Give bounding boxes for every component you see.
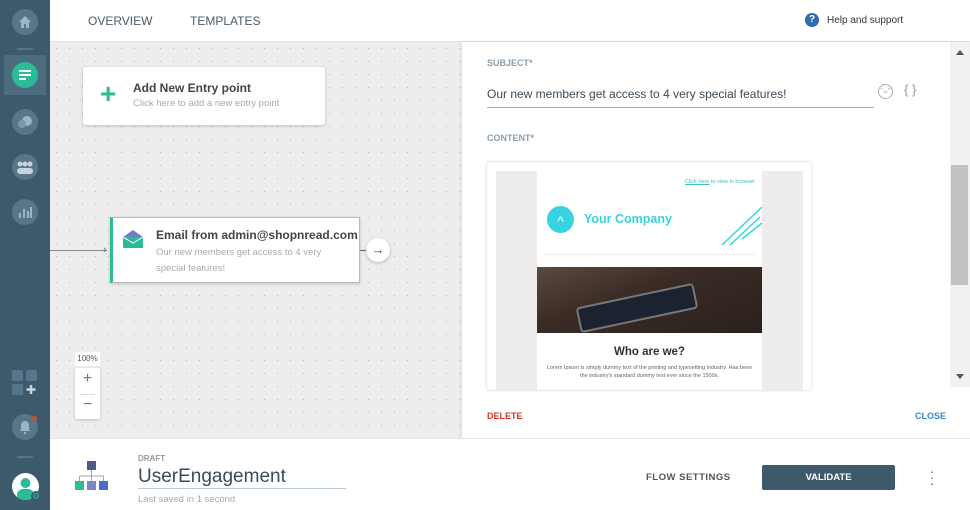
flow-hierarchy-icon <box>75 461 108 490</box>
delete-button[interactable]: DELETE <box>487 411 523 421</box>
email-preview[interactable]: Click here to view in browser ^ Your Com… <box>487 162 811 390</box>
validate-button[interactable]: VALIDATE <box>762 465 895 490</box>
divider <box>17 456 33 458</box>
sidebar-item-messages[interactable] <box>4 55 46 95</box>
zoom-in-button[interactable]: + <box>75 370 100 388</box>
next-step-arrow-button[interactable]: → <box>366 238 390 262</box>
bottom-bar: DRAFT UserEngagement Last saved in 1 sec… <box>50 438 970 510</box>
flow-name-input[interactable]: UserEngagement <box>138 466 346 489</box>
connector-line <box>50 250 107 251</box>
personalization-braces-icon[interactable]: { } <box>904 82 916 97</box>
zoom-controls: + − <box>75 368 100 419</box>
preview-text: Lorem Ipsum is simply dummy text of the … <box>546 365 753 379</box>
preview-background: Click here to view in browser ^ Your Com… <box>496 171 803 390</box>
chat-icon[interactable] <box>12 109 38 135</box>
content-label: CONTENT* <box>487 133 534 143</box>
zoom-level: 100% <box>75 352 100 366</box>
email-node-subtitle: Our new members get access to 4 very spe… <box>156 247 322 274</box>
status-badge: DRAFT <box>138 454 166 463</box>
divider <box>80 394 95 395</box>
flow-settings-button[interactable]: FLOW SETTINGS <box>646 472 731 483</box>
help-link[interactable]: Help and support <box>827 15 903 26</box>
scrollbar-thumb[interactable] <box>951 165 968 285</box>
zoom-out-button[interactable]: − <box>75 396 100 414</box>
top-bar: OVERVIEW TEMPLATES ? Help and support <box>50 0 970 42</box>
sidebar: ⚙ <box>0 0 50 510</box>
preview-body: Click here to view in browser ^ Your Com… <box>537 171 762 390</box>
scroll-down-icon[interactable] <box>956 374 964 379</box>
settings-gear-icon[interactable]: ⚙ <box>31 491 41 501</box>
scroll-up-icon[interactable] <box>956 50 964 55</box>
add-entry-point-card[interactable]: + Add New Entry point Click here to add … <box>83 67 325 125</box>
entry-subtitle: Click here to add a new entry point <box>133 98 280 109</box>
statistics-icon[interactable] <box>12 199 38 225</box>
email-node-title: Email from admin@shopnread.com <box>156 228 358 242</box>
company-name: Your Company <box>584 212 672 226</box>
divider <box>17 48 33 50</box>
flow-canvas[interactable]: + Add New Entry point Click here to add … <box>50 42 462 438</box>
phone-graphic <box>575 282 699 333</box>
home-icon[interactable] <box>12 9 38 35</box>
close-button[interactable]: CLOSE <box>915 411 946 421</box>
click-here-link[interactable]: Click here <box>685 179 709 185</box>
hero-image <box>537 267 762 333</box>
decorative-stripes <box>721 207 762 246</box>
contacts-icon[interactable] <box>12 154 38 180</box>
last-saved-text: Last saved in 1 second <box>138 494 236 505</box>
emoji-icon[interactable]: ᵔᴗᵔ <box>878 84 893 99</box>
help-icon[interactable]: ? <box>805 13 819 27</box>
more-options-icon[interactable]: · · · <box>929 464 935 490</box>
email-editor-panel: SUBJECT* Our new members get access to 4… <box>462 42 970 438</box>
tab-overview[interactable]: OVERVIEW <box>88 14 152 28</box>
preview-heading: Who are we? <box>614 346 685 358</box>
connector-arrow-icon: › <box>103 244 107 256</box>
view-text: to view in browser <box>709 179 755 185</box>
company-logo: ^ <box>547 206 574 233</box>
view-in-browser-link[interactable]: Click here to view in browser <box>685 179 755 185</box>
message-icon <box>12 62 38 88</box>
entry-title: Add New Entry point <box>133 81 251 95</box>
tab-templates[interactable]: TEMPLATES <box>190 14 260 28</box>
notification-badge <box>32 416 37 421</box>
scrollbar[interactable] <box>950 42 970 387</box>
email-node[interactable]: Email from admin@shopnread.com Our new m… <box>110 217 360 283</box>
subject-label: SUBJECT* <box>487 58 533 68</box>
divider <box>543 254 755 255</box>
add-app-icon[interactable] <box>12 370 38 396</box>
plus-icon: + <box>100 78 117 109</box>
email-envelope-icon <box>122 230 144 253</box>
subject-input[interactable]: Our new members get access to 4 very spe… <box>487 87 874 108</box>
